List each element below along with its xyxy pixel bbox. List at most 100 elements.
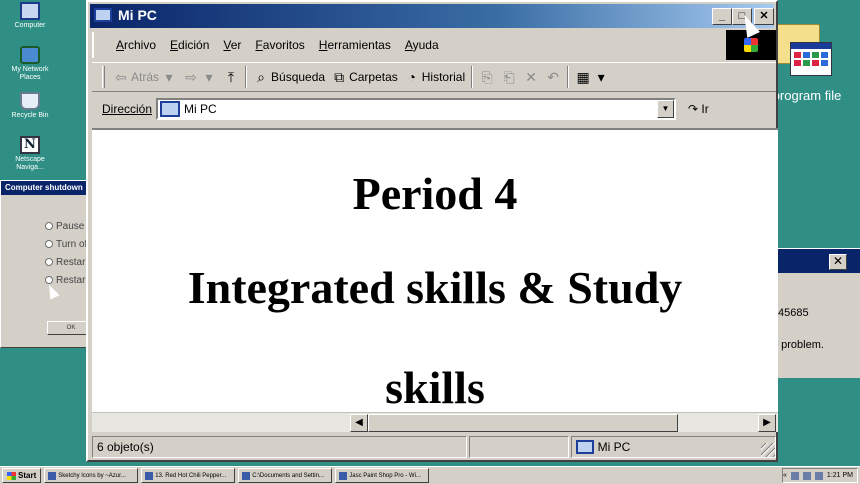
status-empty-panel xyxy=(468,436,569,458)
menu-ayuda[interactable]: Ayuda xyxy=(405,38,439,52)
delete-icon: ✕ xyxy=(525,69,537,85)
window-title: Mi PC xyxy=(118,7,157,23)
address-value: Mi PC xyxy=(184,102,217,116)
radio-icon xyxy=(45,258,53,267)
slide-title-line-1: Period 4 xyxy=(352,168,518,219)
horizontal-scrollbar[interactable]: ◀ ▶ xyxy=(92,412,778,432)
status-bar: 6 objeto(s) Mi PC xyxy=(92,436,776,458)
program-files-label: program file xyxy=(772,88,842,103)
toolbar-grip[interactable] xyxy=(102,66,105,88)
system-tray: « 1:21 PM xyxy=(782,468,858,483)
folders-button[interactable]: ⧉ Carpetas xyxy=(331,69,398,85)
my-computer-icon xyxy=(575,440,594,454)
explorer-window: Mi PC _ □ ✕ Archivo Edición Ver Favorito… xyxy=(86,0,778,462)
chevron-down-icon: ▾ xyxy=(205,69,213,85)
move-to-button[interactable]: ⎘ xyxy=(479,69,495,85)
desktop-icon-recycle-bin[interactable]: Recycle Bin xyxy=(2,92,58,120)
shutdown-option-restart[interactable]: Restar xyxy=(45,257,85,268)
music-icon xyxy=(145,471,154,480)
shutdown-dialog-title: Computer shutdown xyxy=(1,181,91,195)
menu-favoritos[interactable]: Favoritos xyxy=(255,38,304,52)
shutdown-dialog: Computer shutdown Pause Turn of Restar R… xyxy=(0,180,95,348)
error-dialog-close-button[interactable]: ✕ xyxy=(829,254,847,270)
my-computer-icon xyxy=(160,101,181,117)
address-bar: Dirección Mi PC ▼ ↷ Ir xyxy=(92,94,776,124)
views-icon: ▦ xyxy=(576,69,590,85)
error-dialog: ✕ :45685 : problem. xyxy=(772,248,860,378)
views-button[interactable]: ▦ ▾ xyxy=(575,69,609,85)
address-label: Dirección xyxy=(102,102,153,116)
tray-expand-button[interactable]: « xyxy=(783,472,787,479)
slide-title-line-3: skills xyxy=(385,362,485,413)
toolbar-separator xyxy=(567,66,570,88)
display-icon[interactable] xyxy=(814,471,823,480)
taskbar-item[interactable]: 13. Red Hot Chili Pepper... xyxy=(141,468,236,483)
radio-icon xyxy=(45,240,53,249)
app-icon xyxy=(48,471,57,480)
copy-to-button[interactable]: ⎗ xyxy=(501,69,517,85)
undo-button[interactable]: ↶ xyxy=(545,69,561,85)
menu-ver[interactable]: Ver xyxy=(223,38,241,52)
forward-button[interactable]: ⇨ ▾ xyxy=(183,69,217,85)
delete-button[interactable]: ✕ xyxy=(523,69,539,85)
taskbar-item[interactable]: C:\Documents and Settin... xyxy=(238,468,333,483)
address-dropdown-button[interactable]: ▼ xyxy=(657,100,675,118)
up-folder-icon: ⤒ xyxy=(227,69,235,85)
resize-grip[interactable] xyxy=(761,443,775,457)
back-arrow-icon: ⇦ xyxy=(115,69,127,85)
taskbar: Start Sketchy Icons by ~Azur... 13. Red … xyxy=(0,466,860,484)
desktop-icon-network[interactable]: My Network Places xyxy=(2,46,58,82)
minimize-button[interactable]: _ xyxy=(712,8,732,25)
forward-arrow-icon: ⇨ xyxy=(185,69,197,85)
scroll-thumb[interactable] xyxy=(368,414,678,432)
desktop-icon-computer[interactable]: Computer xyxy=(2,2,58,30)
chevron-down-icon: ▾ xyxy=(597,69,605,85)
standard-toolbar: ⇦ Atrás ▾ ⇨ ▾ ⤒ ⌕ Búsqueda ⧉ Carpetas ◔ … xyxy=(92,62,776,92)
taskbar-item[interactable]: Sketchy Icons by ~Azur... xyxy=(44,468,139,483)
program-files-icon[interactable] xyxy=(790,42,832,76)
scroll-right-button[interactable]: ▶ xyxy=(758,414,776,432)
window-titlebar[interactable]: Mi PC _ □ ✕ xyxy=(90,4,774,28)
slide-title-line-2: Integrated skills & Study xyxy=(187,262,683,313)
scroll-left-button[interactable]: ◀ xyxy=(350,414,368,432)
my-computer-icon xyxy=(94,8,112,22)
desktop-icon-netscape[interactable]: N Netscape Naviga... xyxy=(2,136,58,172)
clock[interactable]: 1:21 PM xyxy=(827,472,853,479)
shutdown-option-turn-off[interactable]: Turn of xyxy=(45,239,87,250)
error-dialog-text: :45685 xyxy=(775,307,809,319)
desktop-icon-label: Recycle Bin xyxy=(11,112,49,119)
chevron-down-icon: ▾ xyxy=(165,69,173,85)
shutdown-option-pause[interactable]: Pause xyxy=(45,221,84,232)
search-icon: ⌕ xyxy=(257,69,265,85)
menu-bar: Archivo Edición Ver Favoritos Herramient… xyxy=(92,32,728,58)
address-input[interactable]: Mi PC ▼ xyxy=(156,98,677,120)
folders-icon: ⧉ xyxy=(334,69,345,85)
my-computer-icon xyxy=(20,2,40,20)
status-object-count: 6 objeto(s) xyxy=(92,436,467,458)
radio-icon xyxy=(45,222,53,231)
content-pane[interactable]: Period 4 Integrated skills & Study skill… xyxy=(92,128,778,432)
go-button[interactable]: ↷ Ir xyxy=(688,102,709,116)
start-button[interactable]: Start xyxy=(2,468,42,483)
search-button[interactable]: ⌕ Búsqueda xyxy=(253,69,325,85)
back-button[interactable]: ⇦ Atrás ▾ xyxy=(113,69,177,85)
menu-edicion[interactable]: Edición xyxy=(170,38,209,52)
taskbar-item[interactable]: Jasc Paint Shop Pro - Wi... xyxy=(335,468,430,483)
network-status-icon[interactable] xyxy=(790,471,799,480)
menu-archivo[interactable]: Archivo xyxy=(116,38,156,52)
undo-icon: ↶ xyxy=(547,69,559,85)
copy-to-icon: ⎗ xyxy=(503,69,515,85)
desktop-icon-label: Computer xyxy=(14,22,46,29)
close-button[interactable]: ✕ xyxy=(754,8,774,25)
history-button[interactable]: ◔ Historial xyxy=(404,69,466,85)
recycle-bin-icon xyxy=(20,92,40,110)
paint-icon xyxy=(339,471,348,480)
go-arrow-icon: ↷ xyxy=(688,102,699,116)
history-icon: ◔ xyxy=(407,69,416,85)
windows-logo-icon xyxy=(7,471,16,480)
error-dialog-text: : problem. xyxy=(775,339,824,351)
up-folder-button[interactable]: ⤒ xyxy=(223,69,239,85)
volume-icon[interactable] xyxy=(802,471,811,480)
menu-herramientas[interactable]: Herramientas xyxy=(319,38,391,52)
folder-icon xyxy=(242,471,251,480)
